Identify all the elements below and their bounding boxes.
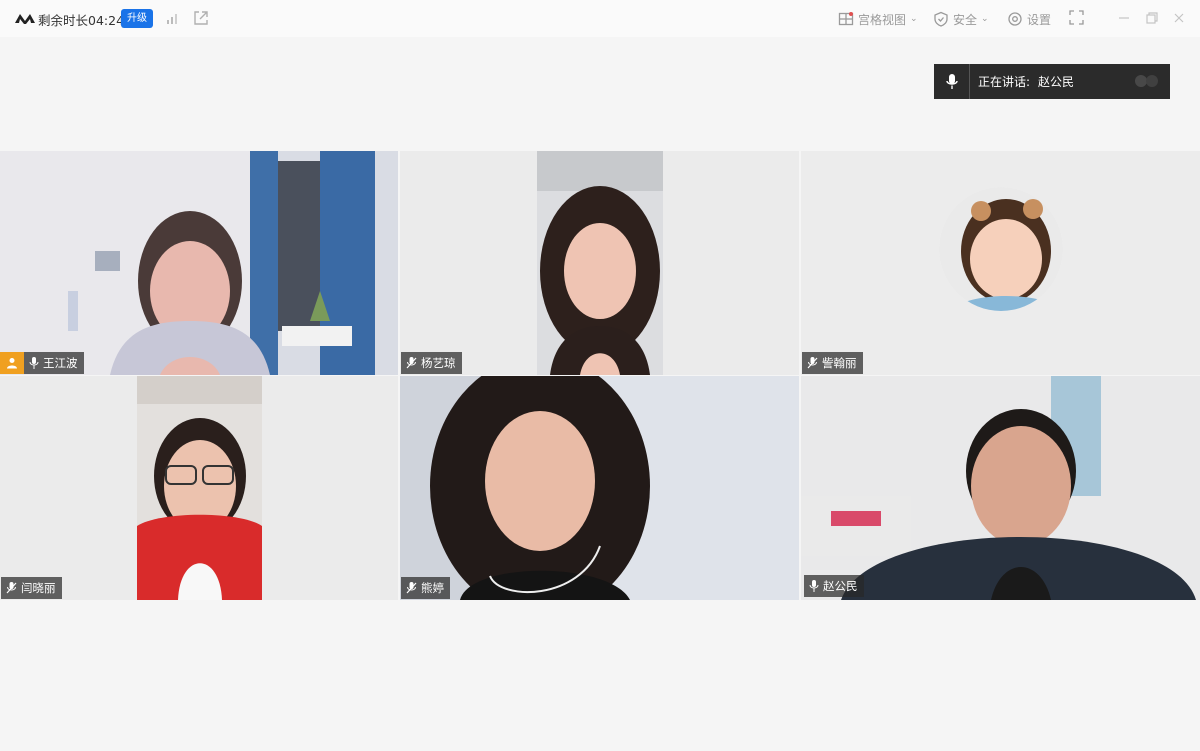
- upgrade-button[interactable]: 升级: [121, 9, 153, 28]
- participant-name: 訾翰丽: [822, 356, 857, 370]
- participant-name-tag: 訾翰丽: [802, 352, 863, 374]
- microphone-muted-icon: [406, 582, 417, 594]
- close-icon[interactable]: [1172, 11, 1186, 25]
- participant-video: [0, 376, 398, 600]
- participant-name: 熊婷: [421, 581, 444, 595]
- participant-name-tag: 熊婷: [401, 577, 450, 599]
- shield-icon: [934, 11, 948, 27]
- video-tile-active-speaker[interactable]: 赵公民: [801, 376, 1200, 600]
- microphone-muted-icon: [406, 357, 417, 369]
- host-badge: [0, 352, 24, 374]
- security-label: 安全: [953, 12, 978, 27]
- chevron-down-icon: ⌄: [910, 14, 918, 24]
- video-tile[interactable]: 杨艺琼: [400, 151, 799, 375]
- settings-button[interactable]: 设置: [1007, 10, 1051, 28]
- video-tile[interactable]: 熊婷: [400, 376, 799, 600]
- grid-view-button[interactable]: 宫格视图 ⌄: [838, 10, 918, 28]
- microphone-icon: [809, 580, 819, 592]
- video-tile[interactable]: 訾翰丽: [801, 151, 1200, 375]
- app-logo-icon: [15, 14, 35, 24]
- microphone-muted-icon: [807, 357, 818, 369]
- gear-icon: [1008, 12, 1022, 26]
- share-icon[interactable]: [193, 10, 209, 26]
- participant-video: [801, 376, 1200, 600]
- video-tile[interactable]: 闫晓丽: [0, 376, 398, 600]
- participant-avatar: [801, 151, 1200, 375]
- signal-icon: [167, 14, 177, 24]
- participant-name: 赵公民: [823, 579, 858, 593]
- settings-label: 设置: [1027, 12, 1052, 27]
- speaking-indicator: 正在讲话: 赵公民: [934, 64, 1170, 99]
- fullscreen-icon[interactable]: [1069, 10, 1084, 25]
- speaker-avatars-icon: [1135, 75, 1158, 87]
- speaking-name: 赵公民: [1038, 75, 1075, 89]
- chevron-down-icon: ⌄: [981, 14, 989, 24]
- host-icon: [7, 358, 17, 369]
- microphone-muted-icon: [6, 582, 17, 594]
- speaking-label: 正在讲话:: [978, 75, 1031, 89]
- grid-view-label: 宫格视图: [858, 12, 907, 27]
- participant-name-tag: 闫晓丽: [1, 577, 62, 599]
- restore-icon[interactable]: [1145, 11, 1159, 25]
- security-button[interactable]: 安全 ⌄: [933, 10, 989, 28]
- participant-video: [0, 151, 398, 375]
- minimize-icon[interactable]: [1117, 11, 1131, 25]
- video-tile[interactable]: 王江波: [0, 151, 398, 375]
- microphone-icon: [29, 357, 39, 369]
- participant-video: [400, 151, 799, 375]
- participant-name-tag: 王江波: [24, 352, 84, 374]
- title-bar: 剩余时长04:24 升级 宫格视图 ⌄ 安全 ⌄ 设置: [0, 0, 1200, 37]
- participant-name-tag: 赵公民: [804, 575, 864, 597]
- microphone-icon: [934, 64, 970, 99]
- participant-name: 杨艺琼: [421, 356, 456, 370]
- grid-view-icon: [838, 12, 854, 26]
- participant-video: [400, 376, 799, 600]
- participant-name-tag: 杨艺琼: [401, 352, 462, 374]
- participant-name: 闫晓丽: [21, 581, 56, 595]
- remaining-time: 剩余时长04:24: [38, 13, 125, 28]
- participant-name: 王江波: [43, 356, 78, 370]
